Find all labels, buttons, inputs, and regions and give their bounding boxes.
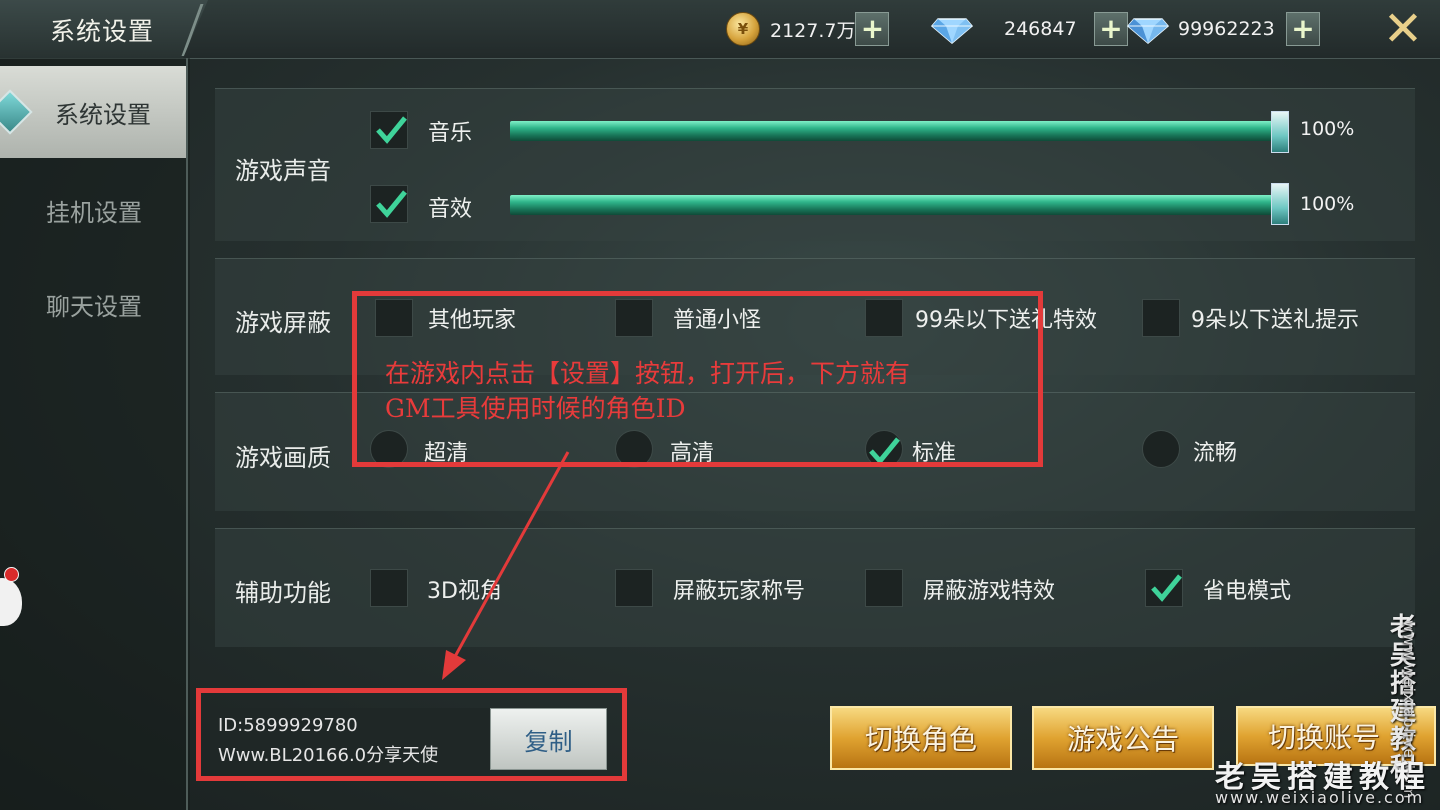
add-diamond-button[interactable]: + (1094, 12, 1128, 46)
hide-effects-checkbox[interactable] (865, 569, 903, 607)
quality-option-label: 流畅 (1193, 441, 1238, 466)
gold-currency: ¥ 2127.7万 + (726, 12, 890, 46)
music-label: 音乐 (428, 121, 473, 146)
sidebar-item-afk[interactable]: 挂机设置 (0, 164, 188, 256)
bound-diamond-icon (1126, 18, 1170, 44)
watermark-url-horizontal: www.weixiaolive.com (1215, 788, 1425, 807)
assist-option-label: 屏蔽游戏特效 (923, 579, 1056, 604)
quality-label: 游戏画质 (235, 444, 331, 472)
close-icon: ✕ (1382, 1, 1424, 57)
music-value: 100% (1300, 118, 1355, 140)
check-icon (376, 190, 407, 218)
annotation-line: 在游戏内点击【设置】按钮，打开后，下方就有 (385, 359, 911, 388)
plus-icon: + (860, 12, 885, 45)
diamond-icon (930, 18, 974, 44)
quality-smooth-radio[interactable] (1142, 430, 1180, 468)
sidebar-item-system[interactable]: 系统设置 (0, 66, 188, 158)
3d-view-checkbox[interactable] (370, 569, 408, 607)
sfx-label: 音效 (428, 197, 473, 222)
annotation-text: 在游戏内点击【设置】按钮，打开后，下方就有 GM工具使用时候的角色ID (385, 356, 1035, 426)
sidebar-item-chat[interactable]: 聊天设置 (0, 258, 188, 350)
annotation-id-box (196, 688, 627, 781)
page-title: 系统设置 (50, 17, 155, 46)
coin-icon: ¥ (726, 12, 760, 46)
block-label: 游戏屏蔽 (235, 309, 331, 337)
assist-panel: 辅助功能 3D视角 屏蔽玩家称号 屏蔽游戏特效 省电模式 (215, 528, 1415, 647)
sidebar-divider (186, 58, 188, 810)
hide-titles-checkbox[interactable] (615, 569, 653, 607)
sidebar: 系统设置 挂机设置 聊天设置 (0, 58, 190, 810)
block-option-label: 9朵以下送礼提示 (1191, 308, 1359, 333)
sound-panel: 游戏声音 音乐 100% 音效 100% (215, 88, 1415, 241)
assist-option-label: 屏蔽玩家称号 (673, 579, 806, 604)
gold-value: 2127.7万 (770, 19, 856, 42)
block-gift-tips-checkbox[interactable] (1142, 299, 1180, 337)
sidebar-item-label: 系统设置 (55, 100, 151, 129)
assist-option-label: 省电模式 (1203, 579, 1292, 604)
notification-dot-icon (4, 567, 19, 582)
plus-icon: + (1099, 12, 1123, 45)
sidebar-item-label: 挂机设置 (46, 198, 142, 227)
sfx-slider[interactable] (510, 195, 1280, 215)
add-bound-diamond-button[interactable]: + (1286, 12, 1320, 46)
check-icon (376, 116, 407, 144)
bound-diamond-value: 99962223 (1178, 18, 1275, 40)
music-slider[interactable] (510, 121, 1280, 141)
bound-diamond-currency: 99962223 + (1126, 12, 1320, 46)
music-checkbox[interactable] (370, 111, 408, 149)
diamond-currency: 246847 + (930, 12, 1128, 46)
announcement-button[interactable]: 游戏公告 (1032, 706, 1214, 770)
assist-label: 辅助功能 (235, 579, 331, 607)
sfx-checkbox[interactable] (370, 185, 408, 223)
assist-option-label: 3D视角 (427, 579, 502, 604)
music-slider-handle[interactable] (1271, 111, 1289, 153)
close-button[interactable]: ✕ (1380, 5, 1426, 53)
sound-label: 游戏声音 (235, 157, 331, 185)
power-saving-checkbox[interactable] (1145, 569, 1183, 607)
plus-icon: + (1291, 12, 1315, 45)
sidebar-item-label: 聊天设置 (46, 292, 142, 321)
top-bar: 系统设置 ¥ 2127.7万 + 246847 + 99962223 + ✕ (0, 0, 1440, 59)
add-gold-button[interactable]: + (855, 12, 890, 46)
sfx-slider-handle[interactable] (1271, 183, 1289, 225)
check-icon (1151, 574, 1182, 602)
sfx-value: 100% (1300, 193, 1355, 215)
diamond-value: 246847 (1004, 18, 1077, 40)
active-indicator-icon (0, 89, 33, 135)
annotation-line: GM工具使用时候的角色ID (385, 394, 686, 423)
switch-role-button[interactable]: 切换角色 (830, 706, 1012, 770)
